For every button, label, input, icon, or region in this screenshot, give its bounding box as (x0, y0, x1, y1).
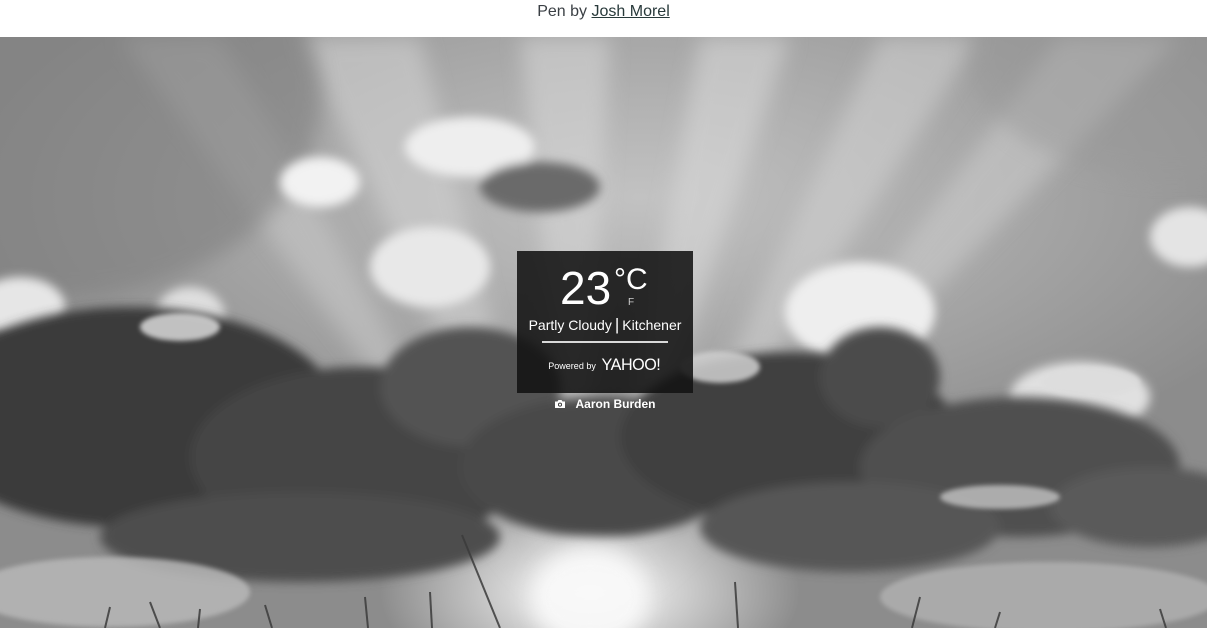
weather-widget: 23 °C F Partly Cloudy | Kitchener Powered … (517, 251, 693, 393)
divider (542, 341, 668, 343)
fahrenheit-unit-toggle[interactable]: F (628, 297, 634, 309)
photo-credit[interactable]: Aaron Burden (517, 397, 693, 411)
powered-by-label: Powered by (548, 361, 596, 371)
weather-location: Kitchener (622, 317, 682, 333)
photographer-name: Aaron Burden (575, 397, 656, 411)
temperature-value: 23 (560, 262, 612, 314)
camera-icon (555, 400, 566, 408)
pen-header: Pen by Josh Morel (0, 0, 1207, 37)
powered-by-row: Powered by YAHOO! (517, 354, 693, 376)
yahoo-logo[interactable]: YAHOO! (601, 355, 660, 375)
weather-condition: Partly Cloudy (528, 317, 612, 333)
separator: | (614, 315, 620, 334)
pen-by-label: Pen by (537, 3, 588, 20)
celsius-unit-toggle[interactable]: °C (614, 265, 648, 295)
temperature-row: 23 °C F (517, 263, 693, 313)
author-link[interactable]: Josh Morel (592, 3, 670, 20)
page-footer-strip (0, 628, 1207, 643)
condition-row: Partly Cloudy | Kitchener (517, 315, 693, 334)
